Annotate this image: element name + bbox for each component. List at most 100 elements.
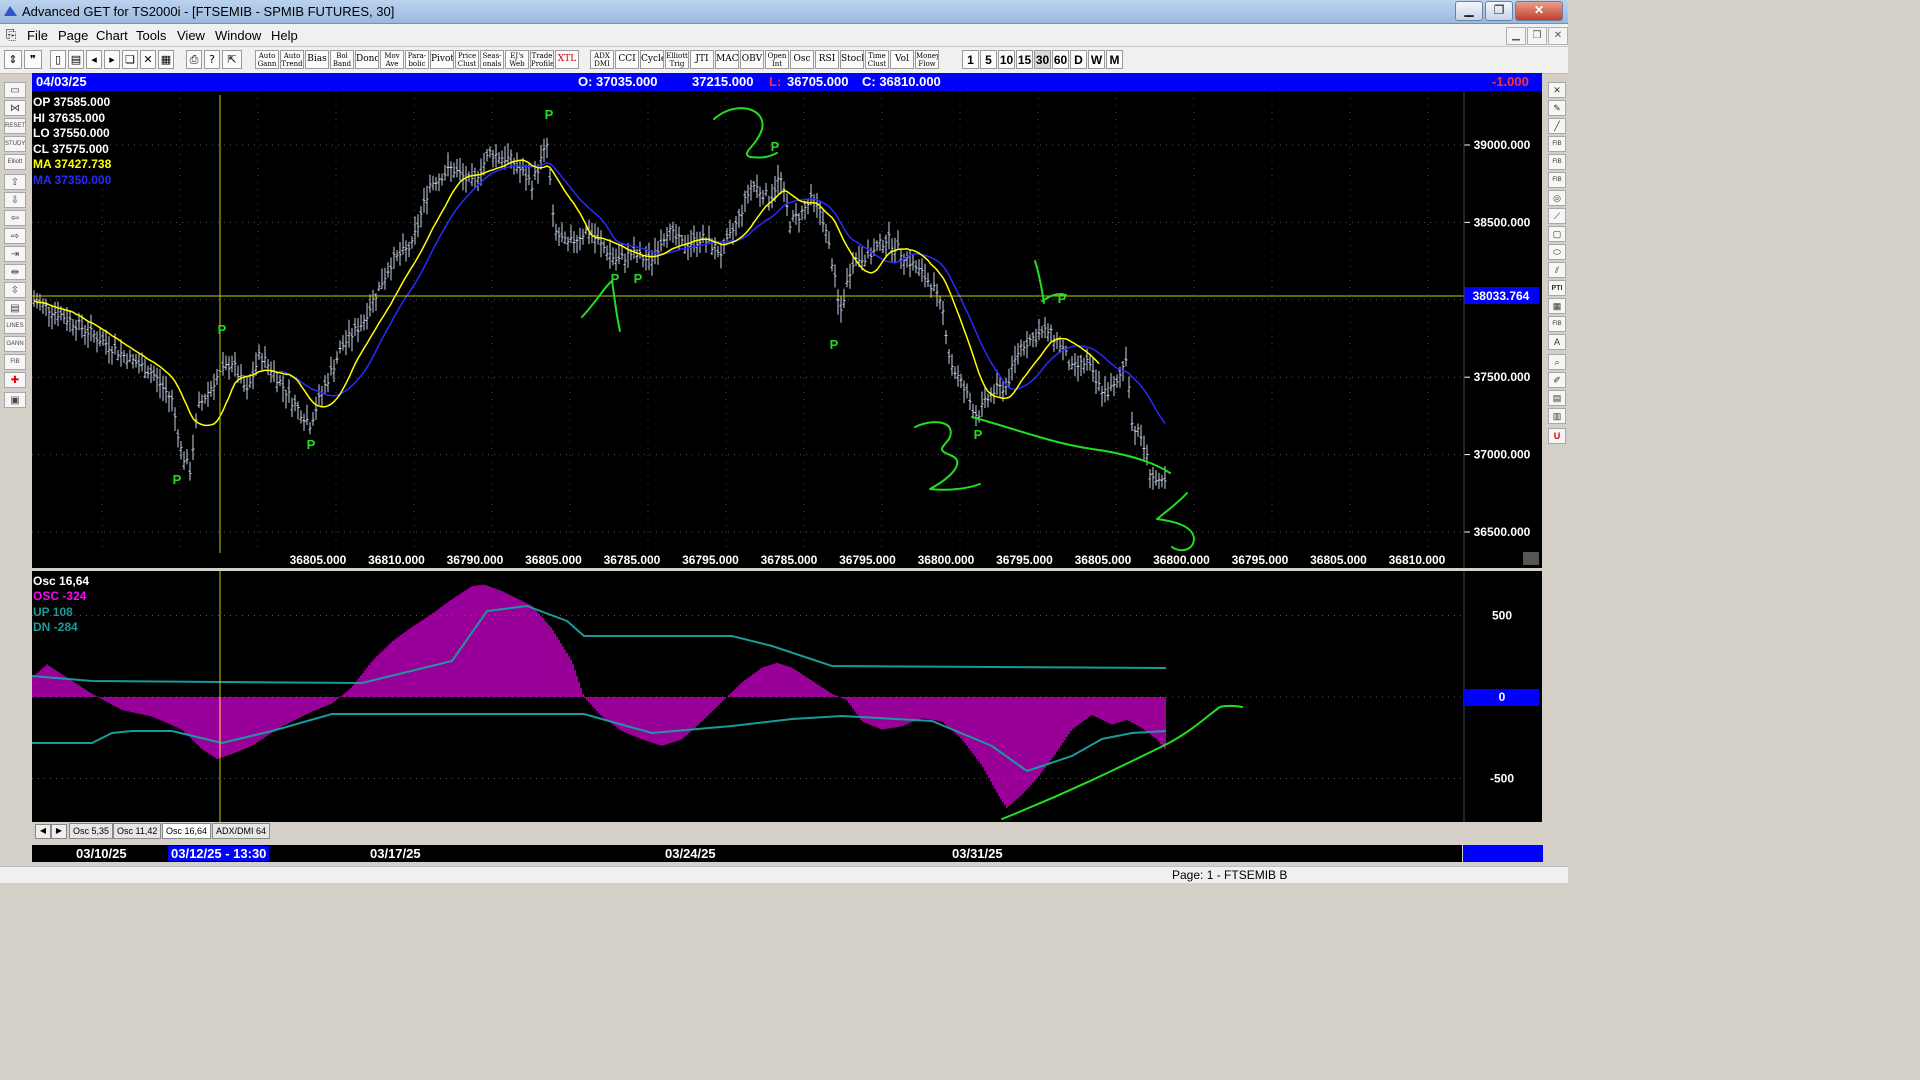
study-button-bias[interactable]: Bias [305, 50, 329, 69]
study-button-autogann[interactable]: Auto Gann [255, 50, 279, 69]
expand-horizontal-icon[interactable]: ⇹ [4, 264, 26, 280]
fib-tool-button[interactable]: FIB [1548, 316, 1566, 332]
cursor-icon[interactable]: ⇕ [4, 50, 22, 69]
tab-adx-dmi-64[interactable]: ADX/DMI 64 [212, 823, 271, 839]
menu-window[interactable]: Window [215, 28, 261, 43]
tab-osc-5-35[interactable]: Osc 5,35 [69, 823, 114, 839]
price-chart[interactable]: PPPPPPPPPP 39000.00038500.00038000.00037… [32, 91, 1542, 568]
quote-icon[interactable]: ❞ [24, 50, 42, 69]
study-button-openint[interactable]: Open Int [765, 50, 789, 69]
text-tool-icon[interactable]: A [1548, 334, 1566, 350]
maximize-button[interactable]: ❐ [1485, 1, 1513, 21]
arrow-down-icon[interactable]: ⇩ [4, 192, 26, 208]
timeframe-button-1[interactable]: 1 [962, 50, 979, 69]
study-button-macd[interactable]: MACD [715, 50, 739, 69]
layers-icon[interactable]: ▤ [1548, 390, 1566, 406]
open-folder-icon[interactable]: ▭ [4, 82, 26, 98]
study-button-ejsweb[interactable]: EJ's Web [505, 50, 529, 69]
study-button[interactable]: STUDY [4, 136, 26, 152]
fan-icon[interactable]: ⟋ [1548, 208, 1566, 224]
study-button-autotrend[interactable]: Auto Trend [280, 50, 304, 69]
crosshair-icon[interactable]: ✚ [4, 372, 26, 388]
close-button[interactable]: ✕ [1515, 1, 1563, 21]
lines-button[interactable]: LINES [4, 318, 26, 334]
compress-icon[interactable]: ⇥ [4, 246, 26, 262]
timeframe-button-w[interactable]: W [1088, 50, 1105, 69]
gann-button[interactable]: GANN [4, 336, 26, 352]
reset-button[interactable]: RESET [4, 118, 26, 134]
tab-osc-16-64[interactable]: Osc 16,64 [162, 823, 212, 839]
help-icon[interactable]: ? [204, 50, 220, 69]
study-button-priceclust[interactable]: Price Clust [455, 50, 479, 69]
table-icon[interactable]: ▤ [4, 300, 26, 316]
mdi-restore-button[interactable]: ❐ [1527, 27, 1547, 45]
zoom-icon[interactable]: ⌕ [1548, 354, 1566, 370]
paint-icon[interactable]: ✐ [1548, 372, 1566, 388]
magnet-icon[interactable]: U [1548, 428, 1566, 444]
study-button-seasonals[interactable]: Seas-onals [480, 50, 504, 69]
elliott-button[interactable]: Elliott [4, 154, 26, 170]
study-button-jti[interactable]: JTI [690, 50, 714, 69]
spiral-icon[interactable]: ◎ [1548, 190, 1566, 206]
box-icon[interactable]: ▢ [1548, 226, 1566, 242]
expand-vertical-icon[interactable]: ⇳ [4, 282, 26, 298]
tab-osc-11-42[interactable]: Osc 11,42 [113, 823, 162, 839]
timeframe-button-d[interactable]: D [1070, 50, 1087, 69]
arrow-right-icon[interactable]: ⇨ [4, 228, 26, 244]
tab-scroll-right[interactable]: ▶ [51, 824, 67, 839]
fib-time-button[interactable]: FIB [1548, 172, 1566, 188]
forward-icon[interactable]: ▸ [104, 50, 120, 69]
study-button-parabolic[interactable]: Para-bolic [405, 50, 429, 69]
study-button-tradeprofile[interactable]: Trade Profile [530, 50, 554, 69]
grid-tool-icon[interactable]: ▦ [1548, 298, 1566, 314]
study-button-timeclust[interactable]: Time Clust [865, 50, 889, 69]
ellipse-icon[interactable]: ⬭ [1548, 244, 1566, 260]
study-button-adxdmi[interactable]: ADX DMI [590, 50, 614, 69]
fib-ret-button[interactable]: FIB [1548, 136, 1566, 152]
new-page-icon[interactable]: ▯ [50, 50, 66, 69]
study-button-donch[interactable]: Donch [355, 50, 379, 69]
mdi-minimize-button[interactable]: ▁ [1506, 27, 1526, 45]
menu-page[interactable]: Page [58, 28, 88, 43]
study-button-osc[interactable]: Osc [790, 50, 814, 69]
grid-icon[interactable]: ▦ [158, 50, 174, 69]
timeframe-button-30[interactable]: 30 [1034, 50, 1051, 69]
print-icon[interactable]: ⎙ [186, 50, 202, 69]
open-icon[interactable]: ▤ [68, 50, 84, 69]
study-button-obv[interactable]: OBV [740, 50, 764, 69]
back-icon[interactable]: ◂ [86, 50, 102, 69]
document-icon[interactable]: ⎘ [6, 27, 16, 43]
chart-settings-icon[interactable] [1523, 552, 1539, 565]
study-button-vol[interactable]: Vol [890, 50, 914, 69]
mdi-close-button[interactable]: ✕ [1548, 27, 1568, 45]
study-button-xtl[interactable]: XTL [555, 50, 579, 69]
timeframe-button-m[interactable]: M [1106, 50, 1123, 69]
study-button-elliotttrig[interactable]: Elliott Trig [665, 50, 689, 69]
minimize-button[interactable]: ▁ [1455, 1, 1483, 21]
channel-icon[interactable]: ⫽ [1548, 262, 1566, 278]
properties-icon[interactable]: ▣ [4, 392, 26, 408]
arrow-left-icon[interactable]: ⇦ [4, 210, 26, 226]
oscillator-panel[interactable]: 500 0 -500 Osc 16,64 OSC -324 UP 108 DN -2… [31, 571, 1542, 822]
delete-icon[interactable]: ✕ [140, 50, 156, 69]
study-button-stoch[interactable]: Stoch [840, 50, 864, 69]
menu-view[interactable]: View [177, 28, 205, 43]
gann-icon[interactable]: ⋈ [4, 100, 26, 116]
notes-icon[interactable]: ▥ [1548, 408, 1566, 424]
timeframe-button-15[interactable]: 15 [1016, 50, 1033, 69]
arrow-up-icon[interactable]: ⇧ [4, 174, 26, 190]
menu-tools[interactable]: Tools [136, 28, 166, 43]
study-button-cycles[interactable]: Cycles [640, 50, 664, 69]
pencil-icon[interactable]: ✎ [1548, 100, 1566, 116]
context-help-icon[interactable]: ⇱ [222, 50, 242, 69]
line-tool-icon[interactable]: ╱ [1548, 118, 1566, 134]
menu-chart[interactable]: Chart [96, 28, 128, 43]
pti-button[interactable]: PTI [1548, 280, 1566, 296]
copy-icon[interactable]: ❏ [122, 50, 138, 69]
timeframe-button-5[interactable]: 5 [980, 50, 997, 69]
timeframe-button-60[interactable]: 60 [1052, 50, 1069, 69]
menu-help[interactable]: Help [271, 28, 298, 43]
oscillator-svg[interactable]: 500 0 -500 Osc 16,64 OSC -324 UP 108 DN -2… [31, 571, 1542, 822]
menu-file[interactable]: File [27, 28, 48, 43]
fib-button[interactable]: FIB [4, 354, 26, 370]
